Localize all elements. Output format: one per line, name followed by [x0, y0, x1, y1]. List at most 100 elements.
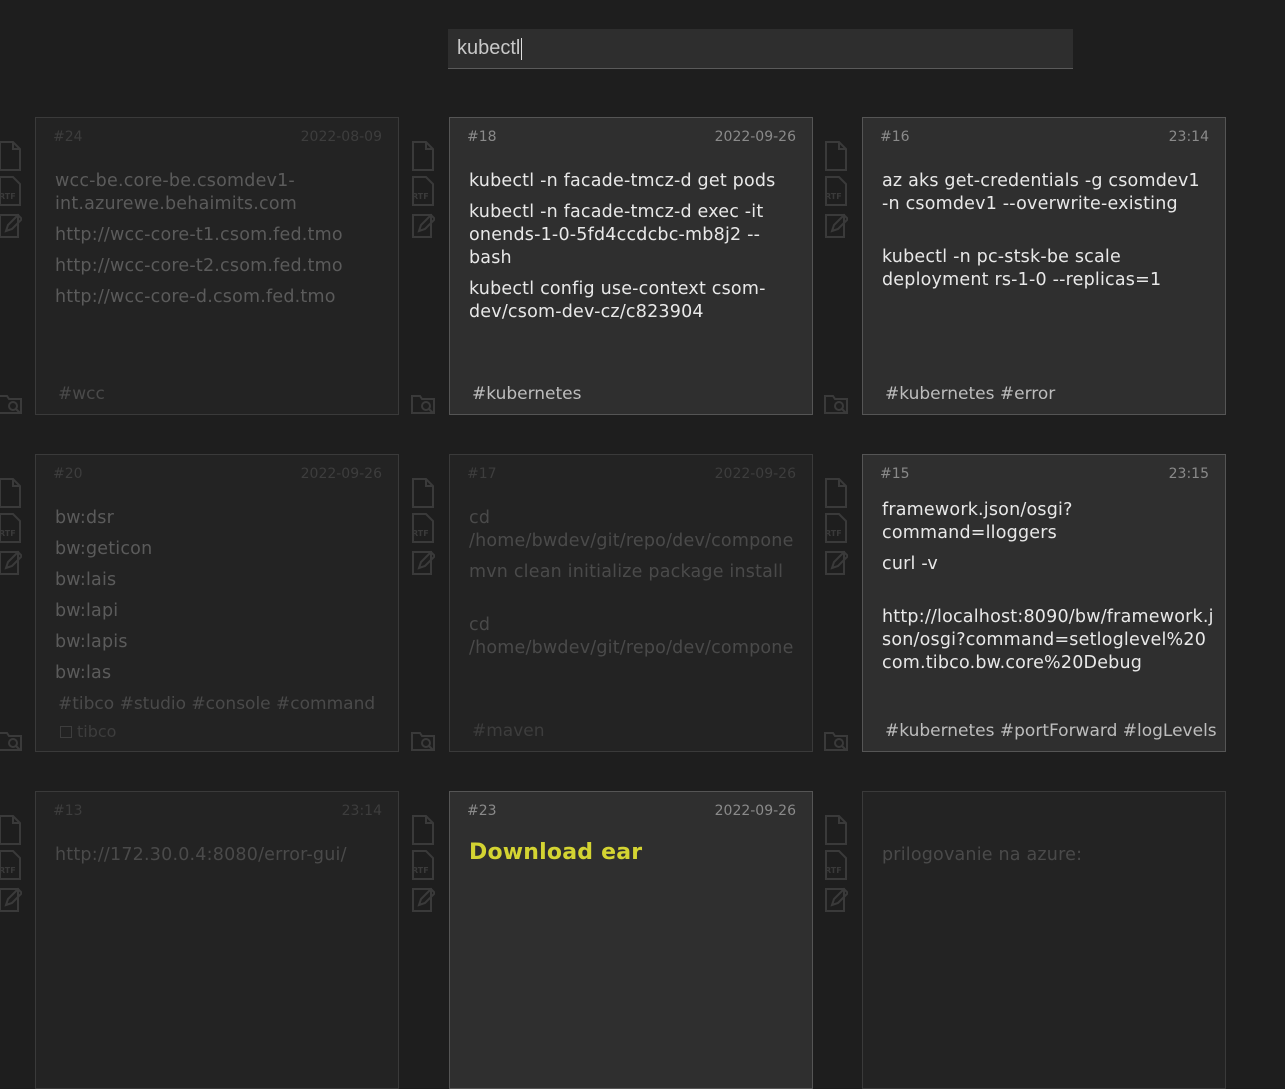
card-date: 23:14: [341, 803, 382, 819]
card-number: #23: [467, 803, 497, 819]
card-title: Download ear: [469, 840, 643, 865]
card-line: bw:lapi: [55, 601, 119, 621]
document-icon[interactable]: [0, 815, 24, 845]
edit-icon[interactable]: [0, 885, 24, 915]
clip-type-icons: RTF: [411, 141, 437, 246]
card-tags: #kubernetes #error: [885, 384, 1056, 404]
card-tags: #wcc: [58, 384, 105, 404]
card-line: mvn clean initialize package install: [469, 562, 784, 582]
rtf-icon[interactable]: RTF: [824, 850, 850, 880]
search-input[interactable]: kubectl: [448, 29, 1073, 69]
document-icon[interactable]: [411, 141, 437, 171]
rtf-icon[interactable]: RTF: [824, 176, 850, 206]
card-number: #18: [467, 129, 497, 145]
svg-text:RTF: RTF: [825, 192, 842, 201]
card-extra-tag: tibco: [60, 722, 116, 741]
clip-type-icons: RTF: [0, 478, 24, 583]
card-line: kubectl -n pc-stsk-be scale deployment r…: [882, 247, 1162, 290]
document-icon[interactable]: [411, 815, 437, 845]
rtf-icon[interactable]: RTF: [411, 513, 437, 543]
card-line: http://wcc-core-t1.csom.fed.tmo: [55, 225, 343, 245]
clip-card[interactable]: prilogovanie na azure:: [862, 791, 1226, 1089]
clip-type-icons: RTF: [824, 815, 850, 920]
clip-card[interactable]: #20 2022-09-26 bw:dsr bw:geticon bw:lais…: [35, 454, 399, 752]
card-line: bw:dsr: [55, 508, 114, 528]
card-number: #24: [53, 129, 83, 145]
card-extra-label: tibco: [77, 722, 117, 741]
clip-type-icons: RTF: [824, 478, 850, 583]
svg-text:RTF: RTF: [0, 529, 16, 538]
rtf-icon[interactable]: RTF: [411, 176, 437, 206]
card-line: cd /home/bwdev/git/repo/dev/components/s…: [469, 615, 794, 658]
folder-search-icon[interactable]: [0, 730, 24, 756]
folder-search-icon[interactable]: [824, 393, 850, 419]
document-icon[interactable]: [0, 478, 24, 508]
rtf-icon[interactable]: RTF: [411, 850, 437, 880]
svg-text:RTF: RTF: [825, 529, 842, 538]
svg-text:RTF: RTF: [0, 192, 16, 201]
card-line: bw:lapis: [55, 632, 128, 652]
card-line: http://wcc-core-d.csom.fed.tmo: [55, 287, 336, 307]
card-line: bw:geticon: [55, 539, 153, 559]
card-line: kubectl -n facade-tmcz-d get pods: [469, 171, 776, 191]
card-date: 2022-09-26: [714, 129, 796, 145]
card-number: #13: [53, 803, 83, 819]
card-number: #17: [467, 466, 497, 482]
clip-type-icons: RTF: [411, 478, 437, 583]
folder-search-icon[interactable]: [411, 393, 437, 419]
clip-type-icons: RTF: [0, 141, 24, 246]
edit-icon[interactable]: [824, 548, 850, 578]
card-date: 2022-09-26: [714, 466, 796, 482]
card-date: 23:15: [1168, 466, 1209, 482]
card-line: wcc-be.core-be.csomdev1-int.azurewe.beha…: [55, 171, 297, 214]
clip-card[interactable]: #18 2022-09-26 kubectl -n facade-tmcz-d …: [449, 117, 813, 415]
clip-card[interactable]: #17 2022-09-26 cd /home/bwdev/git/repo/d…: [449, 454, 813, 752]
document-icon[interactable]: [0, 141, 24, 171]
rtf-icon[interactable]: RTF: [0, 176, 24, 206]
edit-icon[interactable]: [0, 548, 24, 578]
edit-icon[interactable]: [0, 211, 24, 241]
rtf-icon[interactable]: RTF: [0, 850, 24, 880]
card-number: #16: [880, 129, 910, 145]
card-line-gap: [469, 592, 794, 614]
search-value: kubectl: [457, 37, 521, 59]
document-icon[interactable]: [824, 478, 850, 508]
text-caret: [521, 37, 523, 60]
clip-type-icons: RTF: [0, 815, 24, 920]
clip-type-icons: RTF: [411, 815, 437, 920]
rtf-icon[interactable]: RTF: [824, 513, 850, 543]
edit-icon[interactable]: [824, 211, 850, 241]
card-line: http://localhost:8090/bw/framework.json/…: [882, 607, 1214, 673]
svg-text:RTF: RTF: [825, 866, 842, 875]
svg-text:RTF: RTF: [0, 866, 16, 875]
card-line: kubectl config use-context csom-dev/csom…: [469, 279, 766, 322]
card-line: bw:las: [55, 663, 112, 683]
card-line: bw:lais: [55, 570, 117, 590]
document-icon[interactable]: [824, 815, 850, 845]
card-tags: #tibco #studio #console #command: [58, 694, 376, 714]
card-tags: #kubernetes: [472, 384, 582, 404]
document-icon[interactable]: [411, 478, 437, 508]
card-number: #20: [53, 466, 83, 482]
document-icon[interactable]: [824, 141, 850, 171]
folder-search-icon[interactable]: [824, 730, 850, 756]
edit-icon[interactable]: [411, 548, 437, 578]
card-date: 2022-08-09: [300, 129, 382, 145]
clip-card[interactable]: #23 2022-09-26 Download ear: [449, 791, 813, 1089]
clip-type-icons: RTF: [824, 141, 850, 246]
folder-search-icon[interactable]: [411, 730, 437, 756]
clip-card[interactable]: #15 23:15 framework.json/osgi?command=ll…: [862, 454, 1226, 752]
rtf-icon[interactable]: RTF: [0, 513, 24, 543]
edit-icon[interactable]: [411, 211, 437, 241]
folder-search-icon[interactable]: [0, 393, 24, 419]
card-tags: #maven: [472, 721, 545, 741]
edit-icon[interactable]: [824, 885, 850, 915]
clip-card[interactable]: #24 2022-08-09 wcc-be.core-be.csomdev1-i…: [35, 117, 399, 415]
clip-card[interactable]: #16 23:14 az aks get-credentials -g csom…: [862, 117, 1226, 415]
card-line-gap: [882, 584, 1215, 606]
card-line: curl -v: [882, 554, 938, 574]
clip-card[interactable]: #13 23:14 http://172.30.0.4:8080/error-g…: [35, 791, 399, 1089]
card-line: framework.json/osgi?command=lloggers: [882, 500, 1073, 543]
card-line: http://172.30.0.4:8080/error-gui/: [55, 845, 347, 865]
edit-icon[interactable]: [411, 885, 437, 915]
